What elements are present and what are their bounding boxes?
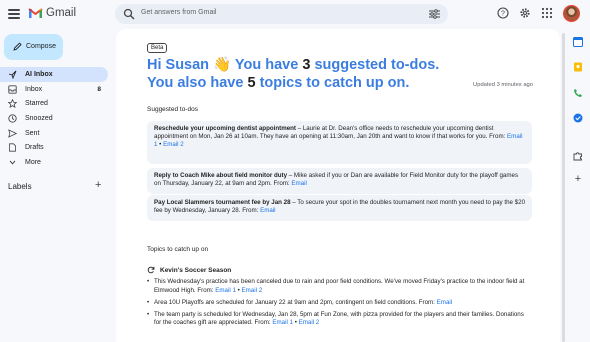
todo-title: Reply to Coach Mike about field monitor … xyxy=(154,172,288,179)
star-icon xyxy=(8,99,17,109)
wave-emoji-icon: 👋 xyxy=(213,57,232,73)
pencil-icon xyxy=(13,42,22,51)
from-label: From: xyxy=(197,286,214,294)
chevron-down-icon xyxy=(9,160,16,165)
beta-badge: Beta xyxy=(147,43,168,53)
sidebar-item-label: AI Inbox xyxy=(25,70,53,78)
email-link[interactable]: Email 2 xyxy=(163,141,184,148)
account-avatar[interactable] xyxy=(563,5,580,22)
inbox-count-badge: 8 xyxy=(97,85,101,93)
list-item: The team party is scheduled for Wednesda… xyxy=(147,311,532,328)
sidebar-item-sent[interactable]: Sent xyxy=(0,126,108,141)
sidebar-item-starred[interactable]: Starred xyxy=(0,96,108,111)
topic-bullet-text: The team party is scheduled for Wednesda… xyxy=(154,310,524,327)
main-menu-icon[interactable] xyxy=(8,9,20,19)
inbox-icon xyxy=(8,84,17,94)
sidebar-item-more[interactable]: More xyxy=(0,155,108,170)
sidebar-item-inbox[interactable]: Inbox 8 xyxy=(0,82,108,97)
keep-notes-icon[interactable] xyxy=(573,62,583,72)
sidebar-item-label: Snoozed xyxy=(25,114,53,122)
greeting-text: suggested to-dos. xyxy=(314,57,440,73)
email-link[interactable]: Email xyxy=(437,299,452,306)
help-icon[interactable]: ? xyxy=(497,7,509,19)
from-label: From: xyxy=(418,298,435,306)
sidebar-item-label: Sent xyxy=(25,129,40,137)
ai-inbox-panel: Beta Hi Susan 👋 You have 3 suggested to-… xyxy=(116,29,560,342)
filter-options-icon[interactable] xyxy=(429,9,440,19)
topic-title: Kevin's Soccer Season xyxy=(160,266,232,274)
email-link[interactable]: Email 1 xyxy=(272,319,293,326)
updated-timestamp: Updated 3 minutes ago xyxy=(473,82,533,88)
sidebar-nav: AI Inbox Inbox 8 Starred Snoozed Sent Dr… xyxy=(0,67,110,170)
todo-card[interactable]: Pay Local Slammers tournament fee by Jan… xyxy=(147,195,532,221)
calendar-icon[interactable] xyxy=(573,37,583,47)
greeting-text: You also have xyxy=(147,75,244,91)
svg-text:?: ? xyxy=(501,10,505,17)
search-placeholder[interactable]: Get answers from Gmail xyxy=(141,9,216,16)
suggested-todos-heading: Suggested to-dos xyxy=(147,106,198,113)
topic-bullet-text: Area 10U Playoffs are scheduled for Janu… xyxy=(154,298,418,306)
sidebar-item-label: More xyxy=(25,158,41,166)
todo-card[interactable]: Reschedule your upcoming dentist appoint… xyxy=(147,121,532,164)
email-link[interactable]: Email 1 xyxy=(215,287,236,294)
email-link[interactable]: Email 2 xyxy=(242,287,263,294)
search-icon[interactable] xyxy=(123,8,135,20)
from-label: From: xyxy=(254,319,271,327)
send-icon xyxy=(8,128,17,138)
todo-title: Pay Local Slammers tournament fee by Jan… xyxy=(154,199,291,206)
list-item: This Wednesday's practice has been cance… xyxy=(147,278,532,295)
list-item: Area 10U Playoffs are scheduled for Janu… xyxy=(147,299,532,308)
compose-label: Compose xyxy=(26,43,56,50)
sidebar-item-ai-inbox[interactable]: AI Inbox xyxy=(0,67,108,82)
from-label: From: xyxy=(273,180,290,188)
meet-phone-icon[interactable] xyxy=(573,88,583,98)
clock-icon xyxy=(8,114,17,123)
topic-count: 5 xyxy=(247,75,256,91)
refresh-topic-icon xyxy=(147,266,155,274)
app-name: Gmail xyxy=(46,7,77,19)
topics-heading: Topics to catch up on xyxy=(147,246,209,253)
email-link[interactable]: Email xyxy=(260,207,275,214)
greeting-text: You have xyxy=(234,57,299,73)
settings-gear-icon[interactable] xyxy=(519,7,531,19)
labels-heading: Labels xyxy=(8,182,32,191)
sidebar-item-label: Inbox xyxy=(25,85,43,93)
apps-grid-icon[interactable] xyxy=(541,7,553,19)
sidebar-item-drafts[interactable]: Drafts xyxy=(0,140,108,155)
top-bar: Gmail Get answers from Gmail ? xyxy=(0,0,590,30)
add-label-icon[interactable]: + xyxy=(95,179,101,191)
add-ons-puzzle-icon[interactable] xyxy=(573,151,583,161)
gmail-logo-icon[interactable] xyxy=(28,7,43,19)
from-label: From: xyxy=(242,207,259,215)
add-panel-icon[interactable]: + xyxy=(573,174,583,185)
from-label: From: xyxy=(489,133,506,141)
sidebar-item-snoozed[interactable]: Snoozed xyxy=(0,111,108,126)
todo-card[interactable]: Reply to Coach Mike about field monitor … xyxy=(147,168,532,194)
search-bar[interactable]: Get answers from Gmail xyxy=(115,4,448,24)
greeting-hi: Hi Susan xyxy=(147,57,210,73)
todo-title: Reschedule your upcoming dentist appoint… xyxy=(154,125,296,132)
greeting-heading: Hi Susan 👋 You have 3 suggested to-dos. … xyxy=(147,56,439,92)
topic-summary-list: This Wednesday's practice has been cance… xyxy=(147,278,532,331)
tasks-icon[interactable] xyxy=(573,113,583,123)
greeting-text: topics to catch up on. xyxy=(259,75,410,91)
email-link[interactable]: Email xyxy=(291,180,306,187)
email-link[interactable]: Email 2 xyxy=(299,319,320,326)
topic-title-row[interactable]: Kevin's Soccer Season xyxy=(147,266,231,274)
sidebar-item-label: Starred xyxy=(25,100,48,108)
compose-button[interactable]: Compose xyxy=(4,34,63,60)
draft-icon xyxy=(9,143,16,152)
ai-inbox-icon xyxy=(8,70,17,79)
todo-count: 3 xyxy=(302,57,311,73)
sidebar-item-label: Drafts xyxy=(25,144,44,152)
main-scrollbar[interactable] xyxy=(562,33,565,342)
